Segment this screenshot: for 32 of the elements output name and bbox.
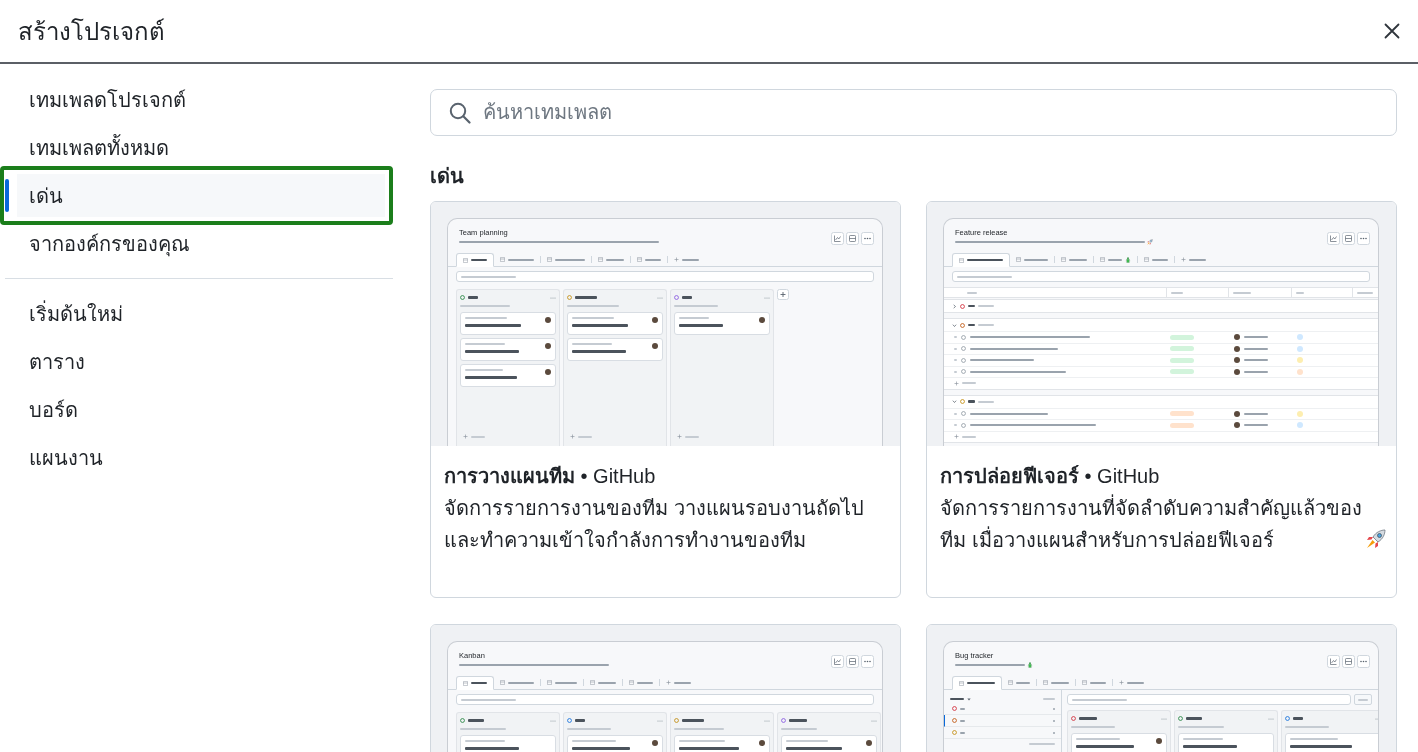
sidebar-item[interactable]: จากองค์กรของคุณ xyxy=(0,226,393,262)
chart-icon[interactable] xyxy=(1327,655,1340,668)
layout-icon[interactable] xyxy=(1342,655,1355,668)
sidebar-item[interactable]: บอร์ด xyxy=(0,392,393,428)
dialog-title: สร้างโปรเจกต์ xyxy=(18,16,165,47)
layout-icon[interactable] xyxy=(1342,232,1355,245)
more-icon[interactable] xyxy=(861,655,874,668)
search-field[interactable]: ค้นหาเทมเพลต xyxy=(430,89,1397,136)
section-heading: เด่น xyxy=(430,164,465,189)
sidebar-item[interactable]: เทมเพลดโปรเจกต์ xyxy=(0,82,393,118)
rocket-icon xyxy=(1366,529,1386,549)
chart-icon[interactable] xyxy=(831,655,844,668)
template-description: จัดการรายการงานที่จัดลำดับความสำคัญแล้วของทีม เมื่อวางแผนสำหรับการปล่อยฟีเจอร์ xyxy=(940,492,1364,556)
template-title: การวางแผนทีม • GitHub xyxy=(444,464,657,489)
sidebar-item[interactable]: ตาราง xyxy=(0,344,393,380)
sidebar-item[interactable]: เริ่มด้นใหม่ xyxy=(0,296,393,332)
more-icon[interactable] xyxy=(1357,655,1370,668)
more-icon[interactable] xyxy=(1357,232,1370,245)
chart-icon[interactable] xyxy=(1327,232,1340,245)
more-icon[interactable] xyxy=(861,232,874,245)
close-icon xyxy=(1384,23,1400,39)
template-description: จัดการรายการงานของทีม วางแผนรอบงานถัดไป และทำความเข้าใจกำลังการทำงานของทีม xyxy=(444,497,864,551)
close-button[interactable] xyxy=(1383,22,1401,40)
chart-icon[interactable] xyxy=(831,232,844,245)
template-title: การปล่อยฟีเจอร์ • GitHub xyxy=(940,464,1161,489)
sidebar-item[interactable]: เทมเพลตทั้งหมด xyxy=(0,130,393,166)
search-icon xyxy=(449,102,471,124)
layout-icon[interactable] xyxy=(846,655,859,668)
sidebar-item[interactable]: แผนงาน xyxy=(0,440,393,476)
sidebar-item[interactable]: เด่น xyxy=(0,166,393,225)
selection-indicator xyxy=(5,179,9,212)
layout-icon[interactable] xyxy=(846,232,859,245)
